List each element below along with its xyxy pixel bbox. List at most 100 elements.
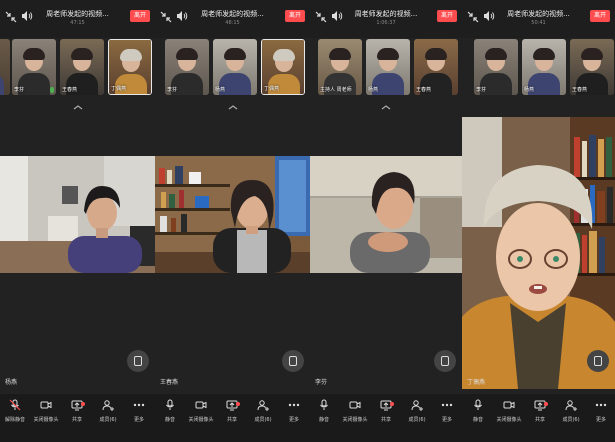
- shrink-icon[interactable]: [467, 11, 479, 23]
- top-bar: 周老师发起的视频... 50:41 离开: [462, 0, 615, 38]
- participant-thumb[interactable]: 王春燕: [570, 39, 614, 95]
- participant-thumb[interactable]: 杨燕: [213, 39, 257, 95]
- share-button[interactable]: 共享: [372, 399, 400, 423]
- thumb-name: 王春燕: [572, 87, 588, 93]
- mic-active-icon: [50, 87, 54, 93]
- camera-button[interactable]: 关闭摄像头: [495, 399, 523, 423]
- members-button[interactable]: 成员(6): [403, 399, 431, 423]
- toolbar: 静音 关闭摄像头 共享 成员(6) 更多: [155, 394, 310, 442]
- tool-label: 成员(6): [408, 417, 426, 423]
- participant-strip[interactable]: 主持人 周老师 杨燕 王春燕: [310, 39, 462, 97]
- speaker-name: 王春燕: [160, 379, 179, 386]
- more-icon: [288, 403, 300, 407]
- shrink-icon[interactable]: [160, 11, 172, 23]
- mic-icon: [320, 399, 328, 410]
- speaker-name: 杨燕: [5, 379, 18, 386]
- tool-label: 共享: [71, 417, 82, 423]
- participant-thumb[interactable]: 李芬: [12, 39, 56, 95]
- rotate-screen-button[interactable]: [282, 350, 304, 372]
- meeting-timer: 47:15: [70, 20, 85, 26]
- more-button[interactable]: 更多: [280, 399, 308, 423]
- mic-icon: [166, 399, 174, 410]
- video-frame-office: [310, 156, 462, 273]
- members-button[interactable]: 成员(6): [249, 399, 277, 423]
- participant-thumb[interactable]: 杨燕: [522, 39, 566, 95]
- thumb-hair: [425, 48, 447, 60]
- participant-thumb[interactable]: 杨燕: [366, 39, 410, 95]
- collapse-chevron-icon[interactable]: [228, 105, 238, 110]
- members-button[interactable]: 成员(6): [94, 399, 122, 423]
- speaker-icon[interactable]: [21, 10, 33, 22]
- tool-label: 更多: [595, 417, 606, 423]
- more-button[interactable]: 更多: [433, 399, 461, 423]
- participant-thumb[interactable]: 韩: [0, 39, 10, 95]
- thumb-hair: [485, 48, 507, 60]
- top-bar: 周老师发起的视频... 47:15 离开: [0, 0, 155, 38]
- thumb-name: 丁偶燕: [264, 86, 280, 92]
- speaker-icon[interactable]: [331, 10, 343, 22]
- shrink-icon[interactable]: [315, 11, 327, 23]
- meeting-timer: 48:15: [225, 20, 240, 26]
- unmute-button[interactable]: 解除静音: [1, 399, 29, 423]
- members-button[interactable]: 成员(6): [557, 399, 585, 423]
- leave-button[interactable]: 离开: [285, 10, 305, 22]
- leave-button[interactable]: 离开: [437, 10, 457, 22]
- members-icon: [257, 400, 269, 411]
- participant-thumb[interactable]: 李芬: [474, 39, 518, 95]
- more-button[interactable]: 更多: [125, 399, 153, 423]
- collapse-chevron-icon[interactable]: [381, 105, 391, 110]
- leave-button[interactable]: 离开: [590, 10, 610, 22]
- notification-dot: [81, 402, 85, 406]
- participant-strip[interactable]: 韩 李芬 王春燕 丁偶燕: [0, 39, 155, 97]
- leave-button[interactable]: 离开: [130, 10, 150, 22]
- speaker-name: 丁偶燕: [467, 379, 486, 386]
- mic-muted-icon: [9, 399, 21, 411]
- meeting-panel-4: 周老师发起的视频... 50:41 离开 李芬 杨燕 王春燕 丁偶燕 静音 关闭…: [462, 0, 615, 442]
- participant-thumb[interactable]: 主持人 周老师: [318, 39, 362, 95]
- tool-label: 静音: [164, 417, 175, 423]
- rotate-screen-button[interactable]: [127, 350, 149, 372]
- camera-button[interactable]: 关闭摄像头: [187, 399, 215, 423]
- meeting-title: 周老师发起的视频...: [507, 10, 570, 18]
- mute-button[interactable]: 静音: [310, 399, 338, 423]
- more-button[interactable]: 更多: [587, 399, 615, 423]
- mute-button[interactable]: 静音: [464, 399, 492, 423]
- speaker-icon[interactable]: [176, 10, 188, 22]
- camera-button[interactable]: 关闭摄像头: [32, 399, 60, 423]
- thumb-name: 李芬: [167, 87, 178, 93]
- participant-thumb-active[interactable]: 丁偶燕: [108, 39, 152, 95]
- camera-button[interactable]: 关闭摄像头: [341, 399, 369, 423]
- participant-thumb-active[interactable]: 丁偶燕: [261, 39, 305, 95]
- participant-thumb[interactable]: 王春燕: [414, 39, 458, 95]
- participant-thumb[interactable]: 王春燕: [60, 39, 104, 95]
- meeting-title: 周老师发起的视频...: [46, 10, 109, 18]
- speaker-name: 李芬: [315, 379, 328, 386]
- participant-strip[interactable]: 李芬 杨燕 丁偶燕: [155, 39, 310, 97]
- thumb-name: 李芬: [14, 87, 25, 93]
- meeting-title: 周老师发起的视频...: [201, 10, 264, 18]
- mic-icon: [474, 399, 482, 410]
- members-icon: [102, 400, 114, 411]
- rotate-screen-button[interactable]: [587, 350, 609, 372]
- rotate-screen-button[interactable]: [434, 350, 456, 372]
- rotate-icon: [594, 356, 602, 366]
- share-button[interactable]: 共享: [218, 399, 246, 423]
- collapse-chevron-icon[interactable]: [73, 105, 83, 110]
- speaker-icon[interactable]: [483, 10, 495, 22]
- meeting-panel-3: 周老师发起的视频... 1:06:37 离开 主持人 周老师 杨燕 王春燕 李芬…: [310, 0, 462, 442]
- shrink-icon[interactable]: [5, 11, 17, 23]
- participant-strip[interactable]: 李芬 杨燕 王春燕: [462, 39, 615, 97]
- participant-thumb[interactable]: 李芬: [165, 39, 209, 95]
- members-icon: [411, 400, 423, 411]
- mute-button[interactable]: 静音: [156, 399, 184, 423]
- tool-label: 共享: [226, 417, 237, 423]
- share-button[interactable]: 共享: [63, 399, 91, 423]
- rotate-icon: [289, 356, 297, 366]
- meeting-panel-1: 周老师发起的视频... 47:15 离开 韩 李芬 王春燕 丁偶燕: [0, 0, 155, 442]
- main-video: [310, 156, 462, 273]
- main-video: [462, 117, 615, 389]
- camera-icon: [195, 401, 207, 409]
- share-button[interactable]: 共享: [526, 399, 554, 423]
- tool-label: 成员(6): [254, 417, 272, 423]
- more-icon: [595, 403, 607, 407]
